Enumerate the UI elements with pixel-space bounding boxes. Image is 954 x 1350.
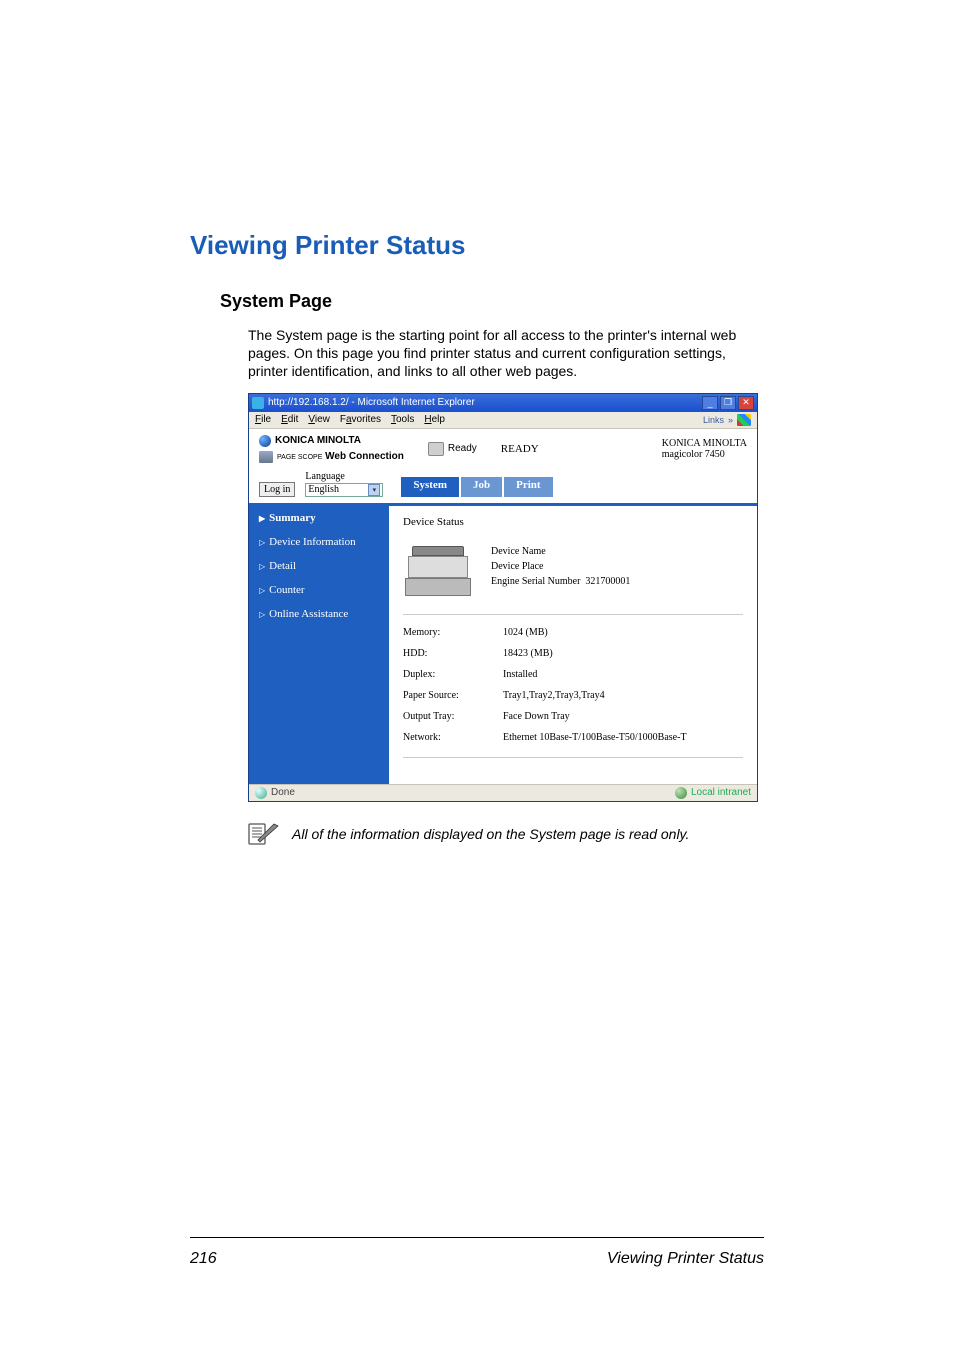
- model-brand: KONICA MINOLTA: [662, 438, 747, 449]
- language-value: English: [308, 484, 339, 495]
- model-name: magicolor 7450: [662, 449, 747, 460]
- device-illustration: [403, 538, 473, 596]
- status-done: Done: [271, 787, 295, 798]
- windows-flag-icon[interactable]: [737, 414, 751, 426]
- divider: [403, 614, 743, 615]
- hdd-value: 18423 (MB): [503, 648, 743, 659]
- sidebar-item-counter[interactable]: ▷Counter: [249, 578, 389, 602]
- pagescope-prefix: PAGE SCOPE: [277, 454, 322, 461]
- sidebar: ▶Summary ▷Device Information ▷Detail ▷Co…: [249, 506, 389, 784]
- window-title: http://192.168.1.2/ - Microsoft Internet…: [268, 397, 475, 408]
- device-place-label: Device Place: [491, 561, 543, 572]
- brand-logo: KONICA MINOLTA: [259, 435, 404, 447]
- webconn-label: Web Connection: [325, 451, 404, 462]
- section-heading: System Page: [220, 291, 764, 312]
- paper-source-value: Tray1,Tray2,Tray3,Tray4: [503, 690, 743, 701]
- menu-favorites[interactable]: Favorites: [340, 414, 381, 425]
- footer-title: Viewing Printer Status: [607, 1250, 764, 1268]
- tab-job[interactable]: Job: [461, 477, 502, 497]
- note-text: All of the information displayed on the …: [292, 826, 689, 842]
- triangle-icon: ▷: [259, 610, 265, 619]
- serial-label: Engine Serial Number: [491, 576, 580, 587]
- ie-icon: [252, 397, 264, 409]
- printer-icon: [428, 442, 444, 456]
- duplex-value: Installed: [503, 669, 743, 680]
- sidebar-item-detail[interactable]: ▷Detail: [249, 554, 389, 578]
- output-tray-label: Output Tray:: [403, 711, 503, 722]
- links-label[interactable]: Links: [703, 415, 724, 425]
- triangle-icon: ▷: [259, 538, 265, 547]
- menu-edit[interactable]: Edit: [281, 414, 298, 425]
- triangle-icon: ▷: [259, 586, 265, 595]
- page-number: 216: [190, 1250, 217, 1268]
- output-tray-value: Face Down Tray: [503, 711, 743, 722]
- sidebar-item-online-assistance[interactable]: ▷Online Assistance: [249, 602, 389, 626]
- menu-bar: File Edit View Favorites Tools Help Link…: [249, 412, 757, 429]
- pagescope-icon: [259, 451, 273, 463]
- ready-status: READY: [501, 443, 539, 455]
- maximize-button[interactable]: ❐: [720, 396, 736, 410]
- network-value: Ethernet 10Base-T/100Base-T50/1000Base-T: [503, 732, 743, 743]
- chevron-down-icon: ▾: [368, 484, 380, 496]
- ready-label: Ready: [448, 443, 477, 454]
- status-zone: Local intranet: [691, 787, 751, 798]
- device-name-label: Device Name: [491, 546, 546, 557]
- links-chevron-icon: »: [728, 415, 733, 425]
- globe-icon: [259, 435, 271, 447]
- paper-source-label: Paper Source:: [403, 690, 503, 701]
- status-bar: Done Local intranet: [249, 784, 757, 801]
- tab-print[interactable]: Print: [504, 477, 552, 497]
- hdd-label: HDD:: [403, 648, 503, 659]
- menu-file[interactable]: File: [255, 414, 271, 425]
- menu-view[interactable]: View: [308, 414, 330, 425]
- brand-text: KONICA MINOLTA: [275, 435, 361, 446]
- memory-label: Memory:: [403, 627, 503, 638]
- page-heading: Viewing Printer Status: [190, 230, 764, 261]
- duplex-label: Duplex:: [403, 669, 503, 680]
- language-select[interactable]: English ▾: [305, 483, 383, 497]
- sidebar-item-summary[interactable]: ▶Summary: [249, 506, 389, 530]
- footer-divider: [190, 1237, 764, 1238]
- note-icon: [248, 822, 280, 846]
- close-button[interactable]: ✕: [738, 396, 754, 410]
- sidebar-item-device-information[interactable]: ▷Device Information: [249, 530, 389, 554]
- language-label: Language: [305, 471, 383, 482]
- tab-system[interactable]: System: [401, 477, 459, 497]
- browser-window: http://192.168.1.2/ - Microsoft Internet…: [248, 393, 758, 802]
- pagescope-web-connection: PAGE SCOPE Web Connection: [259, 451, 404, 463]
- panel-title: Device Status: [403, 516, 743, 528]
- memory-value: 1024 (MB): [503, 627, 743, 638]
- login-button[interactable]: Log in: [259, 482, 295, 497]
- serial-value: 321700001: [585, 576, 630, 587]
- content-pane: Device Status Device Name Device Place E…: [389, 506, 757, 784]
- section-paragraph: The System page is the starting point fo…: [248, 326, 764, 381]
- intranet-icon: [675, 787, 687, 799]
- menu-tools[interactable]: Tools: [391, 414, 414, 425]
- done-icon: [255, 787, 267, 799]
- menu-help[interactable]: Help: [424, 414, 445, 425]
- triangle-icon: ▷: [259, 562, 265, 571]
- divider: [403, 757, 743, 758]
- minimize-button[interactable]: _: [702, 396, 718, 410]
- window-titlebar: http://192.168.1.2/ - Microsoft Internet…: [249, 394, 757, 412]
- triangle-icon: ▶: [259, 514, 265, 523]
- network-label: Network:: [403, 732, 503, 743]
